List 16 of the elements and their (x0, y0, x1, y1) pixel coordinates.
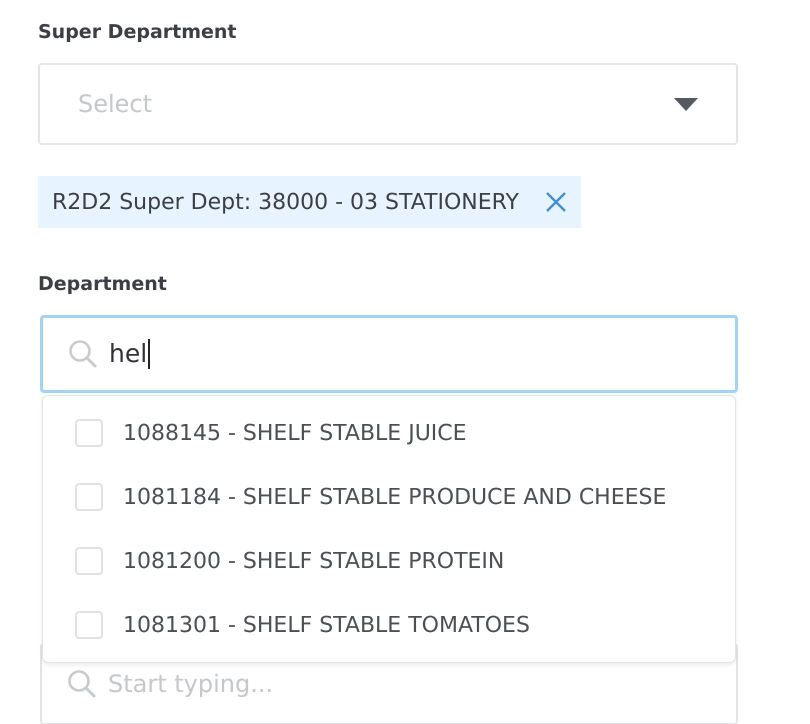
option-label[interactable]: 1088145 - SHELF STABLE JUICE (123, 420, 467, 446)
caret-icon (674, 98, 698, 110)
option-label[interactable]: 1081184 - SHELF STABLE PRODUCE AND CHEESE (123, 484, 666, 510)
search-icon (67, 338, 99, 370)
field-label: Super Department (38, 20, 238, 45)
checkbox[interactable] (75, 611, 103, 639)
checkbox[interactable] (75, 547, 103, 575)
checkbox[interactable] (75, 419, 103, 447)
field-label: Department (38, 272, 168, 297)
option-label[interactable]: 1081200 - SHELF STABLE PROTEIN (123, 548, 504, 574)
tag-label: R2D2 Super Dept: 38000 - 03 STATIONERY (52, 190, 519, 214)
search-field[interactable]: hel (40, 315, 738, 393)
option-label[interactable]: 1081301 - SHELF STABLE TOMATOES (123, 612, 530, 638)
close-icon[interactable] (544, 191, 567, 213)
checkbox[interactable] (75, 483, 103, 511)
search-icon (66, 668, 98, 700)
